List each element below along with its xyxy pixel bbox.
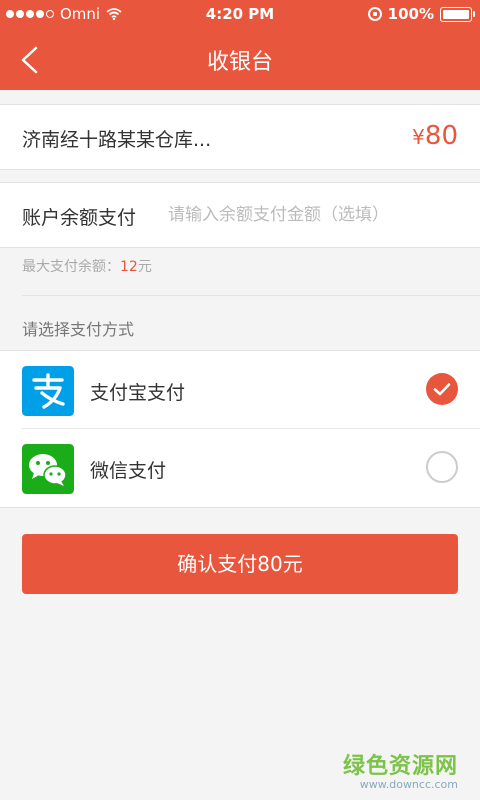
order-price: ¥80	[412, 121, 458, 151]
order-summary: 济南经十路某某仓库... ¥80	[0, 104, 480, 170]
battery-icon	[440, 6, 475, 22]
payment-option-wechat[interactable]: 微信支付	[0, 429, 480, 507]
status-bar: Omni 4:20 PM 100%	[0, 0, 480, 30]
confirm-payment-button[interactable]: 确认支付80元	[22, 534, 458, 594]
watermark-title: 绿色资源网	[342, 754, 458, 779]
balance-payment-row: 账户余额支付	[0, 182, 480, 248]
payment-option-alipay[interactable]: 支付宝支付	[0, 351, 480, 429]
unselected-radio-icon[interactable]	[426, 451, 458, 483]
selected-check-icon[interactable]	[426, 373, 458, 405]
max-balance-unit: 元	[137, 259, 152, 275]
max-balance-line: 最大支付余额：12元	[22, 256, 152, 276]
status-right: 100%	[367, 5, 475, 23]
watermark-url: www.downcc.com	[359, 778, 458, 791]
battery-percent: 100%	[387, 5, 434, 23]
wechat-icon	[22, 444, 74, 494]
rotation-lock-icon	[367, 7, 382, 21]
page-title: 收银台	[206, 50, 273, 75]
battery-fill	[443, 9, 469, 19]
header-bar: Omni 4:20 PM 100% 收银台	[0, 0, 480, 90]
currency-symbol: ¥	[412, 125, 425, 149]
price-amount: 80	[424, 121, 458, 151]
payment-options: 支付宝支付 微信支付	[0, 350, 480, 508]
alipay-label: 支付宝支付	[90, 382, 186, 404]
max-balance-label: 最大支付余额：	[22, 259, 120, 275]
order-name: 济南经十路某某仓库...	[22, 129, 212, 151]
payment-section-title: 请选择支付方式	[22, 320, 135, 339]
divider	[22, 295, 480, 296]
nav-bar: 收银台	[0, 30, 480, 90]
max-balance-value: 12	[120, 259, 138, 275]
balance-amount-input[interactable]	[168, 197, 458, 233]
alipay-icon	[22, 366, 74, 416]
balance-label: 账户余额支付	[22, 207, 137, 229]
watermark: 绿色资源网 www.downcc.com	[343, 748, 458, 791]
wechat-label: 微信支付	[90, 460, 167, 482]
